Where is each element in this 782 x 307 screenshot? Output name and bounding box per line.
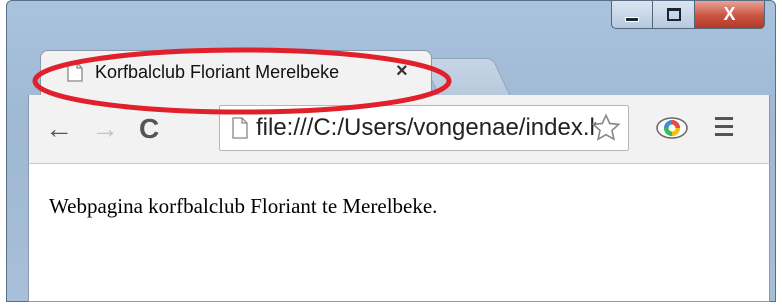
maximize-icon xyxy=(666,8,681,21)
minimize-icon xyxy=(625,17,639,22)
maximize-button[interactable] xyxy=(653,1,695,29)
page-content: Webpagina korfbalclub Floriant te Merelb… xyxy=(28,163,770,302)
address-bar[interactable]: file:///C:/Users/vongenae/index.html xyxy=(219,105,629,151)
eye-extension-icon[interactable] xyxy=(655,113,689,143)
address-text[interactable]: file:///C:/Users/vongenae/index.html xyxy=(256,114,596,142)
page-icon xyxy=(232,117,248,139)
reload-icon[interactable]: C xyxy=(139,115,159,143)
menu-icon[interactable] xyxy=(715,117,733,141)
browser-toolbar: ← → C file:///C:/Users/vongenae/index.ht… xyxy=(28,95,770,163)
body-text: Webpagina korfbalclub Floriant te Merelb… xyxy=(49,194,438,218)
tab-close-icon[interactable]: × xyxy=(396,60,408,83)
tab-active[interactable]: Korfbalclub Floriant Merelbeke × xyxy=(40,50,432,96)
forward-arrow-icon[interactable]: → xyxy=(91,115,119,143)
back-arrow-icon[interactable]: ← xyxy=(45,115,73,143)
close-icon: X xyxy=(723,4,736,24)
minimize-button[interactable] xyxy=(611,1,653,29)
star-icon[interactable] xyxy=(590,112,622,144)
window-controls: X xyxy=(611,1,765,29)
close-window-button[interactable]: X xyxy=(695,1,765,29)
tab-title: Korfbalclub Floriant Merelbeke xyxy=(95,62,340,82)
page-icon xyxy=(67,62,83,82)
